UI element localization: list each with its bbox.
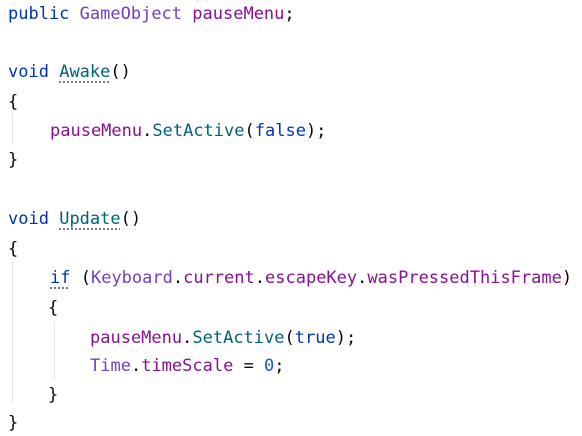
code-line-setactive-false[interactable]: pauseMenu.SetActive(false);	[50, 119, 326, 143]
code-line-update-signature[interactable]: void Update()	[8, 207, 141, 231]
class-keyboard: Keyboard	[90, 268, 173, 288]
field-pausemenu: pauseMenu	[192, 4, 285, 24]
indent-guide-update	[12, 262, 13, 402]
parens: ()	[110, 62, 131, 82]
keyword-if[interactable]: if	[50, 268, 70, 288]
method-update[interactable]: Update	[59, 209, 120, 229]
code-line-open-brace[interactable]: {	[8, 237, 18, 261]
close-brace: }	[8, 150, 19, 170]
open-paren: (	[70, 268, 91, 288]
field-pausemenu: pauseMenu	[90, 328, 183, 348]
dot: .	[142, 121, 153, 141]
code-line-if-condition[interactable]: if (Keyboard.current.escapeKey.wasPresse…	[50, 266, 572, 290]
indent-guide-if	[54, 322, 55, 380]
keyword-void: void	[8, 209, 49, 229]
code-line-close-brace[interactable]: }	[8, 148, 18, 172]
property-timescale: timeScale	[141, 356, 234, 376]
open-brace: {	[8, 92, 19, 112]
dot: .	[357, 268, 368, 288]
property-current: current	[183, 268, 255, 288]
keyword-void: void	[8, 62, 49, 82]
method-setactive: SetActive	[152, 121, 245, 141]
close-brace: }	[8, 413, 19, 433]
code-line-timescale[interactable]: Time.timeScale = 0;	[90, 354, 285, 378]
method-awake[interactable]: Awake	[59, 62, 110, 82]
dot: .	[182, 328, 193, 348]
class-time: Time	[90, 356, 131, 376]
type-gameobject: GameObject	[79, 4, 183, 24]
method-setactive: SetActive	[192, 328, 285, 348]
property-waspressedthisframe: wasPressedThisFrame	[367, 268, 562, 288]
open-brace: {	[8, 239, 19, 259]
semicolon: ;	[274, 356, 285, 376]
code-line-setactive-true[interactable]: pauseMenu.SetActive(true);	[90, 326, 356, 350]
close-paren-semicolon: );	[305, 121, 327, 141]
close-paren: )	[561, 268, 573, 288]
keyword-public: public	[8, 4, 70, 24]
code-line-close-brace[interactable]: }	[48, 383, 58, 407]
parens: ()	[120, 209, 142, 229]
dot: .	[254, 268, 266, 288]
code-line-open-brace[interactable]: {	[8, 90, 18, 114]
dot: .	[172, 268, 184, 288]
code-line-field-declaration[interactable]: public GameObject pauseMenu;	[8, 2, 295, 26]
code-line-awake-signature[interactable]: void Awake()	[8, 60, 131, 84]
field-pausemenu: pauseMenu	[50, 121, 143, 141]
open-paren: (	[244, 121, 255, 141]
keyword-true: true	[294, 328, 336, 348]
close-paren-semicolon: );	[335, 328, 357, 348]
open-paren: (	[284, 328, 295, 348]
code-line-close-brace[interactable]: }	[8, 411, 18, 435]
semicolon: ;	[284, 4, 295, 24]
property-escapekey: escapeKey	[265, 268, 358, 288]
close-brace: }	[48, 385, 59, 405]
indent-guide-awake	[12, 113, 13, 145]
assign-operator: =	[233, 356, 265, 376]
code-editor[interactable]: public GameObject pauseMenu; void Awake(…	[0, 0, 582, 436]
number-zero: 0	[264, 356, 275, 376]
code-line-open-brace[interactable]: {	[48, 296, 58, 320]
open-brace: {	[48, 298, 59, 318]
dot: .	[130, 356, 142, 376]
keyword-false: false	[254, 121, 306, 141]
